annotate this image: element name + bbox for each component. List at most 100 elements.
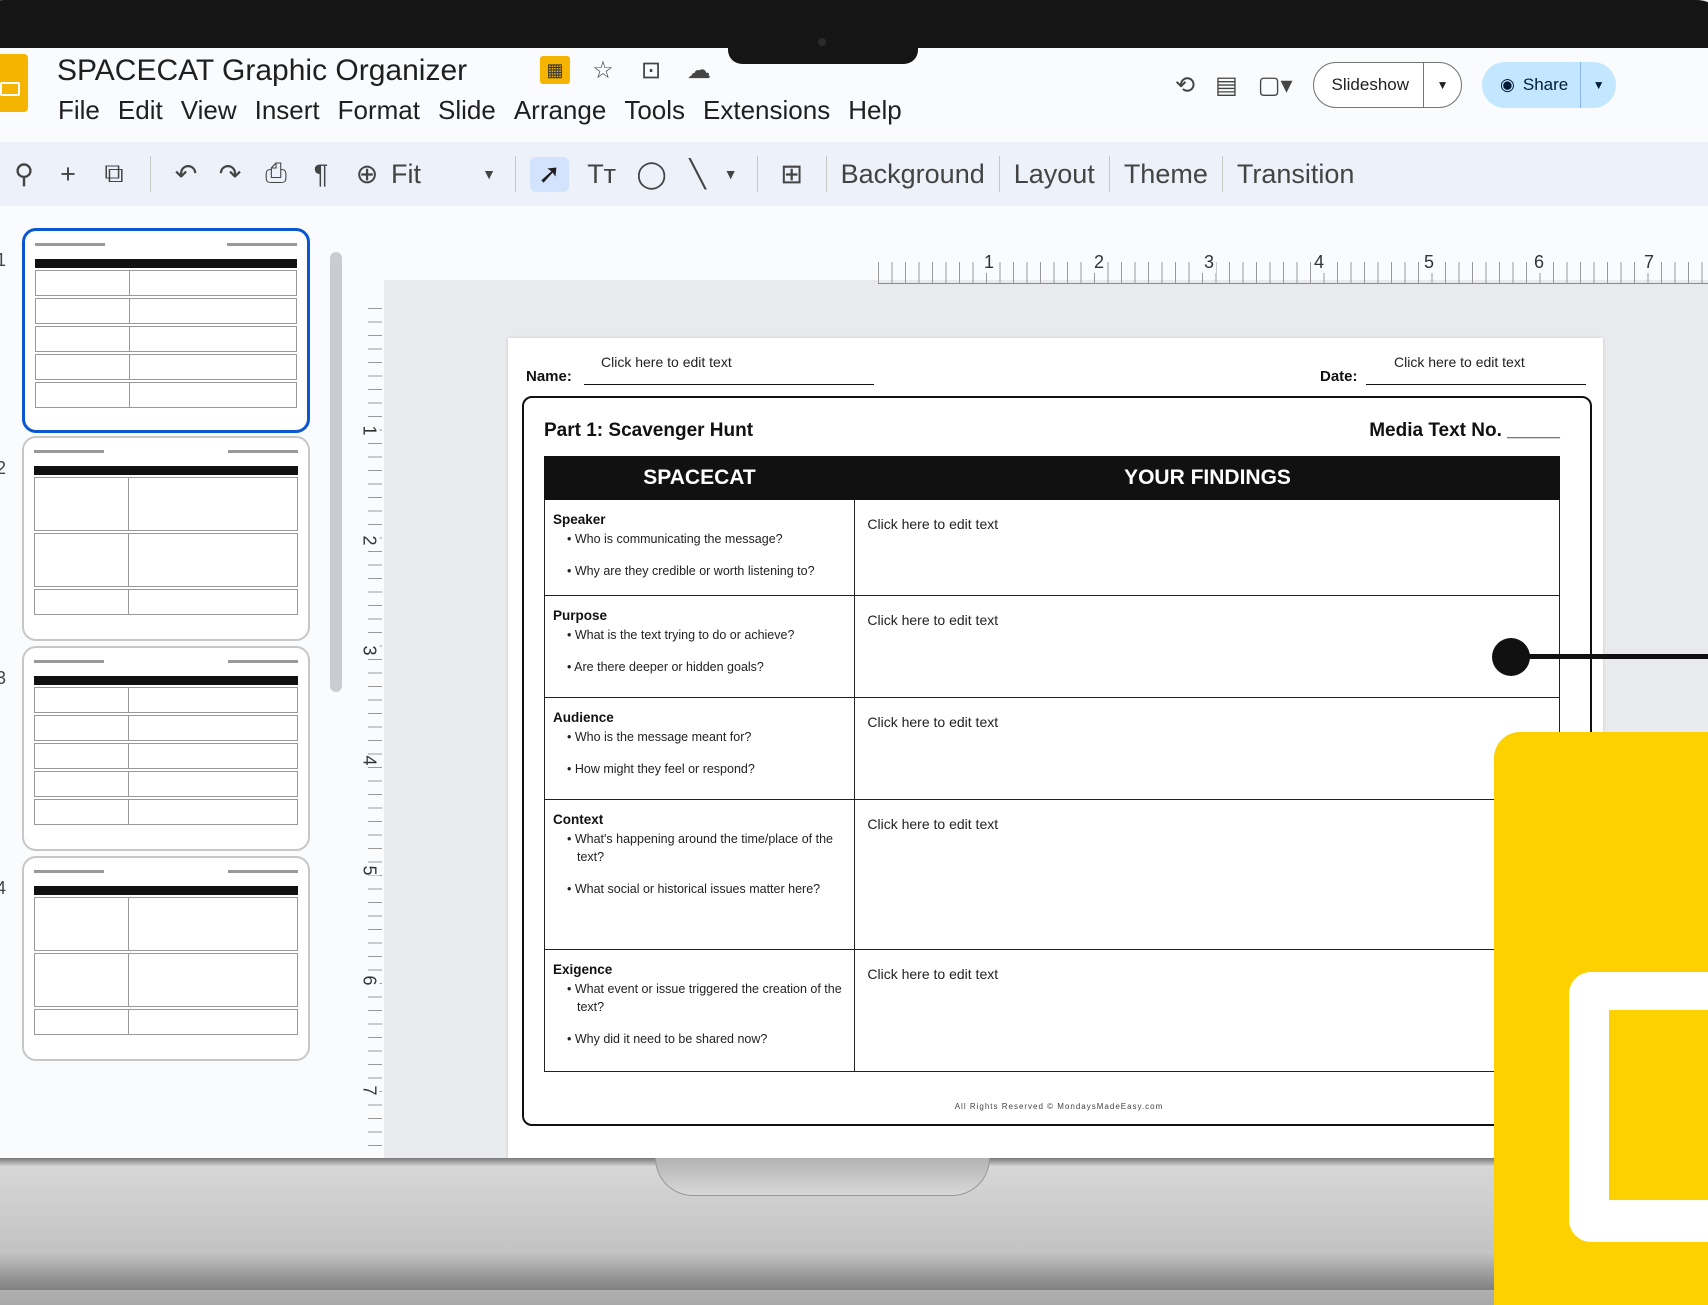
menu-tools[interactable]: Tools [624,95,685,126]
row-prompt: Purpose What is the text trying to do or… [545,596,856,697]
slideshow-label: Slideshow [1331,75,1410,94]
menu-extensions[interactable]: Extensions [703,95,830,126]
finding-field[interactable]: Click here to edit text [855,800,1559,949]
ruler-mark: 5 [358,865,380,876]
finding-field[interactable]: Click here to edit text [855,698,1559,799]
share-button[interactable]: ◉ Share ▼ [1482,62,1617,108]
zoom-select[interactable]: Fit [391,159,477,190]
star-icon[interactable]: ☆ [588,56,618,85]
spacecat-header: SPACECAT [544,456,855,500]
row-bullet: Who is the message meant for? [563,728,846,746]
slide-number: 1 [0,250,7,270]
finding-field[interactable]: Click here to edit text [855,950,1559,1071]
layout-button[interactable]: Layout [1014,159,1095,190]
slide-number: 4 [0,878,7,898]
zoom-dropdown-icon[interactable]: ▼ [477,166,501,182]
table-row: Purpose What is the text trying to do or… [544,596,1560,698]
finding-field[interactable]: Click here to edit text [855,596,1559,697]
copyright-footer: All Rights Reserved © MondaysMadeEasy.co… [954,1102,1164,1111]
row-bullet: What's happening around the time/place o… [563,830,846,866]
slideshow-button[interactable]: Slideshow ▼ [1312,62,1463,108]
menu-insert[interactable]: Insert [255,95,320,126]
name-underline [584,384,874,385]
name-field[interactable]: Click here to edit text [601,354,732,370]
slide-page[interactable]: Name: Click here to edit text Date: Clic… [508,338,1603,1158]
menu-help[interactable]: Help [848,95,901,126]
document-title[interactable]: SPACECAT Graphic Organizer [57,54,467,88]
toolbar-divider [515,156,516,192]
slide-thumbnail-2[interactable] [22,436,310,641]
ruler-mark: 3 [1202,252,1217,273]
paint-format-icon[interactable]: ¶ [299,159,343,190]
row-heading: Speaker [553,512,606,527]
slide-filmstrip: 1 2 3 4 [0,206,348,1158]
redo-icon[interactable]: ↷ [207,159,253,190]
menu-file[interactable]: File [58,95,100,126]
undo-icon[interactable]: ↶ [165,159,207,190]
filmstrip-scrollbar[interactable] [330,252,342,692]
menu-view[interactable]: View [181,95,237,126]
new-slide-icon[interactable]: + [44,159,92,190]
line-icon[interactable]: ╲ [677,159,719,190]
meet-icon[interactable]: ▢▾ [1258,71,1293,100]
shape-icon[interactable]: ◯ [627,159,677,190]
search-menus-icon[interactable]: ⚲ [4,159,44,190]
line-dropdown-icon[interactable]: ▼ [719,166,743,182]
callout-dot [1492,638,1530,676]
toolbar-divider [756,156,758,192]
laptop-base [0,1158,1708,1305]
zoom-icon[interactable]: ⊕ [343,159,391,190]
menu-arrange[interactable]: Arrange [514,95,607,126]
row-bullet: Are there deeper or hidden goals? [563,658,846,676]
google-slides-brand-icon [1494,732,1708,1305]
slides-logo-icon[interactable] [0,54,28,112]
vertical-ruler: 1 2 3 4 5 6 7 [358,308,382,1148]
cloud-status-icon[interactable]: ☁ [684,56,714,85]
toolbar-divider [1221,156,1223,192]
new-slide-layout-icon[interactable]: ⧉ [92,158,136,190]
toolbar-divider [150,156,151,192]
table-row: Speaker Who is communicating the message… [544,500,1560,596]
laptop-mockup: SPACECAT Graphic Organizer ▦ ☆ ⊡ ☁ File … [0,0,1708,1305]
theme-button[interactable]: Theme [1124,159,1208,190]
ruler-mark: 1 [982,252,997,273]
slides-move-icon[interactable]: ▦ [540,56,570,84]
chevron-down-icon[interactable]: ▼ [1580,62,1616,108]
select-cursor-icon[interactable]: ➚ [530,156,569,192]
menu-edit[interactable]: Edit [118,95,163,126]
add-comment-icon[interactable]: ⊞ [772,159,812,190]
background-button[interactable]: Background [841,159,985,190]
date-field[interactable]: Click here to edit text [1394,354,1525,370]
slide-thumbnail-1[interactable] [22,228,310,433]
ruler-mark: 2 [358,535,380,546]
row-prompt: Speaker Who is communicating the message… [545,500,856,595]
menu-slide[interactable]: Slide [438,95,496,126]
row-prompt: Context What's happening around the time… [545,800,856,949]
slide-thumbnail-3[interactable] [22,646,310,851]
text-box-icon[interactable]: Tт [577,159,627,190]
row-heading: Purpose [553,608,608,623]
table-row: Audience Who is the message meant for? H… [544,698,1560,800]
ruler-mark: 6 [1532,252,1547,273]
organizer-frame: Part 1: Scavenger Hunt Media Text No. __… [522,396,1592,1126]
folder-icon[interactable]: ⊡ [636,56,666,85]
version-history-icon[interactable]: ⟲ [1175,71,1195,100]
menu-format[interactable]: Format [338,95,420,126]
media-text-number[interactable]: Media Text No. _____ [1369,420,1560,442]
table-header: SPACECAT YOUR FINDINGS [544,456,1560,500]
horizontal-ruler: 1 2 3 4 5 6 7 [878,252,1708,284]
transition-button[interactable]: Transition [1237,159,1355,190]
comments-icon[interactable]: ▤ [1215,71,1238,100]
toolbar: ⚲ + ⧉ ↶ ↷ ⎙ ¶ ⊕ Fit ▼ ➚ Tт ◯ ╲ ▼ ⊞ Backg… [0,142,1708,206]
row-bullet: How might they feel or respond? [563,760,846,778]
row-heading: Audience [553,710,614,725]
toolbar-divider [1108,156,1110,192]
ruler-mark: 4 [1312,252,1327,273]
finding-field[interactable]: Click here to edit text [855,500,1559,595]
table-row: Context What's happening around the time… [544,800,1560,950]
print-icon[interactable]: ⎙ [253,158,299,190]
chevron-down-icon[interactable]: ▼ [1423,62,1461,108]
share-label: Share [1522,75,1569,94]
ruler-mark: 2 [1092,252,1107,273]
slide-thumbnail-4[interactable] [22,856,310,1061]
